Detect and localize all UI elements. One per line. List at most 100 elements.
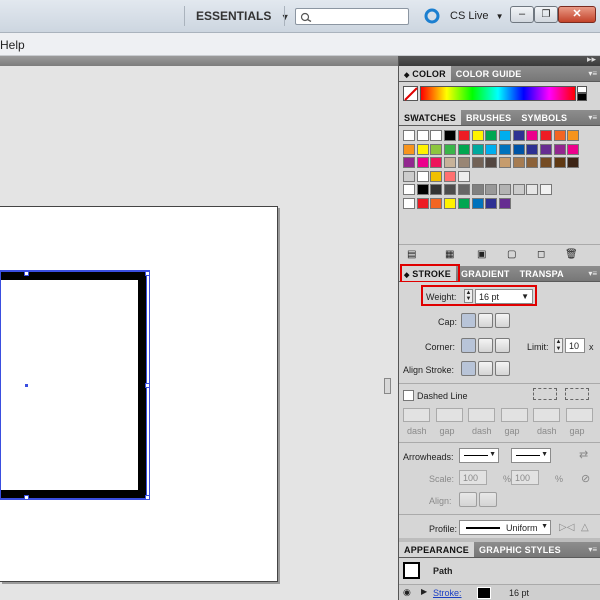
flip-along-icon[interactable]: ▷◁	[559, 522, 574, 533]
align-center-button[interactable]	[461, 361, 476, 376]
swatch[interactable]	[457, 157, 470, 169]
swatch[interactable]	[498, 130, 511, 141]
limit-stepper[interactable]: ▲ ▼	[554, 338, 563, 353]
end-arrowhead-select[interactable]: ▼	[511, 448, 551, 463]
arrow-extend-button[interactable]	[459, 492, 477, 507]
arrow-place-button[interactable]	[479, 492, 497, 507]
panel-menu-icon[interactable]: ▾≡	[588, 69, 597, 78]
gap-field[interactable]	[565, 408, 593, 422]
flip-across-icon[interactable]: △	[581, 522, 589, 533]
new-color-group-icon[interactable]: ▢	[507, 249, 516, 260]
selected-rectangle-path[interactable]	[0, 271, 147, 499]
swatch[interactable]	[512, 157, 525, 169]
swatch[interactable]	[471, 130, 484, 141]
swatch[interactable]	[457, 170, 470, 182]
tab-swatches[interactable]: SWATCHES	[399, 110, 461, 125]
swatch[interactable]	[471, 198, 484, 209]
search-input[interactable]	[295, 8, 409, 25]
delete-swatch-icon[interactable]: 🗑	[565, 249, 578, 260]
resize-handle[interactable]	[145, 383, 150, 388]
black-swatch[interactable]	[577, 93, 587, 101]
swatch[interactable]	[444, 170, 457, 182]
menu-item-help[interactable]: Help	[0, 38, 25, 52]
swatch[interactable]	[485, 184, 498, 196]
new-swatch-icon[interactable]: ◻	[537, 249, 545, 260]
swatch[interactable]	[444, 130, 457, 141]
resize-handle[interactable]	[145, 271, 150, 276]
swatch[interactable]	[485, 157, 498, 169]
start-arrowhead-select[interactable]: ▼	[459, 448, 499, 463]
swatch[interactable]	[403, 157, 415, 169]
dash-field[interactable]	[533, 408, 560, 422]
minimize-button[interactable]: –	[510, 6, 534, 23]
swatch[interactable]	[457, 184, 470, 196]
swatch[interactable]	[457, 143, 470, 155]
swatch[interactable]	[526, 143, 539, 155]
white-swatch[interactable]	[577, 86, 587, 93]
preserve-dashes-icon[interactable]	[533, 388, 557, 400]
swatch[interactable]	[485, 130, 498, 141]
tab-color-guide[interactable]: COLOR GUIDE	[451, 66, 527, 81]
dashed-line-checkbox[interactable]	[403, 390, 414, 401]
swatch[interactable]	[457, 198, 470, 209]
gap-field[interactable]	[435, 408, 463, 422]
align-inside-button[interactable]	[478, 361, 493, 376]
resize-handle[interactable]	[24, 495, 29, 500]
swatch[interactable]	[430, 130, 443, 141]
swatch[interactable]	[567, 143, 580, 155]
panel-menu-icon[interactable]: ▾≡	[588, 545, 597, 554]
swatch[interactable]	[485, 198, 498, 209]
close-button[interactable]: ✕	[558, 6, 596, 23]
tab-color[interactable]: ◆ COLOR	[399, 66, 451, 81]
collapse-icon[interactable]: ▸▸	[587, 54, 596, 65]
dash-field[interactable]	[468, 408, 495, 422]
butt-cap-button[interactable]	[461, 313, 476, 328]
swatch[interactable]	[444, 184, 457, 196]
none-color-icon[interactable]	[403, 86, 418, 101]
swatch[interactable]	[512, 143, 525, 155]
swatch[interactable]	[526, 157, 539, 169]
swatch[interactable]	[416, 198, 429, 209]
round-join-button[interactable]	[478, 338, 493, 353]
profile-select[interactable]: Uniform ▼	[459, 520, 551, 535]
limit-field[interactable]: 10	[565, 338, 585, 353]
swatch[interactable]	[485, 143, 498, 155]
swatch[interactable]	[444, 198, 457, 209]
swatch[interactable]	[540, 184, 552, 196]
swatch[interactable]	[540, 143, 552, 155]
workspace-switcher[interactable]: ESSENTIALS ▼	[196, 9, 290, 23]
swatch[interactable]	[540, 157, 552, 169]
swatch[interactable]	[430, 198, 443, 209]
swatch[interactable]	[553, 143, 566, 155]
gap-field[interactable]	[500, 408, 528, 422]
swatch[interactable]	[416, 157, 429, 169]
swatch[interactable]	[444, 157, 457, 169]
swatch-libraries-icon[interactable]: ▤	[407, 249, 416, 260]
swatch[interactable]	[512, 130, 525, 141]
appearance-stroke-row[interactable]: ◉ ▶ Stroke: 16 pt	[399, 584, 600, 600]
tab-graphic-styles[interactable]: GRAPHIC STYLES	[474, 542, 566, 557]
end-scale-field[interactable]: 100	[511, 470, 539, 485]
swatch[interactable]	[457, 130, 470, 141]
bevel-join-button[interactable]	[495, 338, 510, 353]
swap-arrowheads-icon[interactable]: ⇄	[579, 448, 588, 461]
swatch[interactable]	[553, 157, 566, 169]
swatch[interactable]	[526, 184, 539, 196]
swatch[interactable]	[512, 184, 525, 196]
swatch[interactable]	[430, 184, 443, 196]
swatch[interactable]	[526, 130, 539, 141]
swatch[interactable]	[430, 157, 443, 169]
start-scale-field[interactable]: 100	[459, 470, 487, 485]
swatch-options-icon[interactable]: ▣	[477, 249, 486, 260]
swatch[interactable]	[416, 130, 429, 141]
swatch[interactable]	[430, 143, 443, 155]
align-outside-button[interactable]	[495, 361, 510, 376]
swatch[interactable]	[553, 130, 566, 141]
swatch[interactable]	[498, 184, 511, 196]
swatch[interactable]	[567, 130, 580, 141]
swatch[interactable]	[403, 198, 415, 209]
stroke-color-swatch[interactable]	[477, 587, 491, 599]
swatch[interactable]	[540, 130, 552, 141]
disclosure-icon[interactable]: ▶	[421, 587, 427, 596]
cslive-menu[interactable]: CS Live ▼	[450, 10, 504, 22]
